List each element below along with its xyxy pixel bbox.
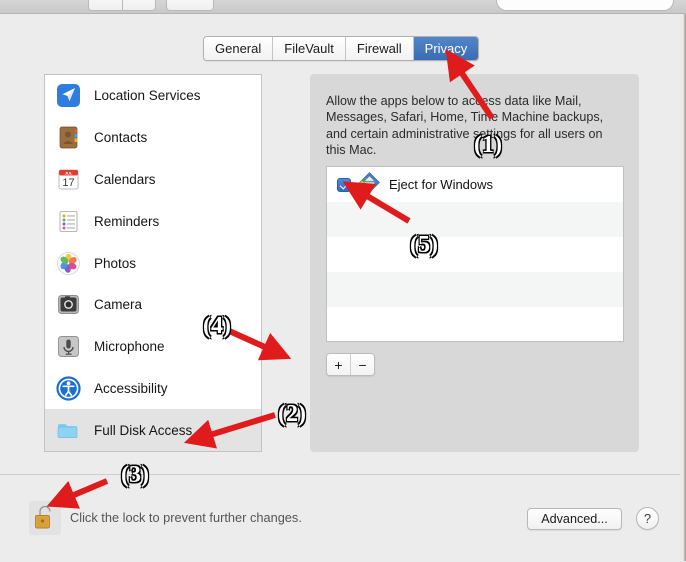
app-enabled-checkbox[interactable] (337, 177, 351, 192)
sidebar-item-label: Reminders (94, 213, 160, 229)
search-input[interactable] (496, 0, 674, 11)
privacy-pane: Location Services Contacts JUL 17 Calend… (44, 70, 639, 456)
window-right-edge (680, 14, 686, 561)
sidebar-item-accessibility[interactable]: Accessibility (45, 368, 261, 410)
annotation-marker-2: (2) (277, 400, 306, 427)
tab-firewall[interactable]: Firewall (345, 37, 414, 60)
photos-icon (56, 251, 81, 276)
privacy-category-list[interactable]: Location Services Contacts JUL 17 Calend… (44, 74, 262, 452)
sidebar-item-label: Photos (94, 255, 137, 271)
allowed-apps-list[interactable]: Eject for Windows (326, 166, 624, 342)
reminders-icon (56, 209, 81, 234)
annotation-marker-4: (4) (202, 312, 231, 339)
sidebar-item-label: Camera (94, 297, 143, 313)
app-row-empty[interactable] (327, 272, 623, 307)
accessibility-icon (56, 376, 81, 401)
sidebar-item-reminders[interactable]: Reminders (45, 200, 261, 242)
annotation-marker-3: (3) (120, 461, 149, 488)
back-button[interactable] (88, 0, 122, 11)
camera-icon (56, 292, 81, 317)
sidebar-item-full-disk-access[interactable]: Full Disk Access (45, 409, 261, 451)
lock-hint-text: Click the lock to prevent further change… (70, 510, 302, 525)
contacts-icon (56, 125, 81, 150)
system-preferences-window: General FileVault Firewall Privacy Locat… (0, 0, 686, 562)
sidebar-item-location-services[interactable]: Location Services (45, 75, 261, 117)
lock-button[interactable] (29, 501, 61, 535)
microphone-icon (56, 334, 81, 359)
sidebar-item-calendars[interactable]: JUL 17 Calendars (45, 159, 261, 201)
app-row-empty[interactable] (327, 237, 623, 272)
sidebar-item-contacts[interactable]: Contacts (45, 117, 261, 159)
annotation-marker-5: (5) (409, 231, 438, 258)
sidebar-item-label: Calendars (94, 171, 156, 187)
add-app-button[interactable]: + (327, 354, 351, 375)
bottom-bar: Click the lock to prevent further change… (0, 474, 680, 562)
folder-icon (56, 418, 81, 443)
calendar-day-label: 17 (62, 177, 74, 189)
tab-general[interactable]: General (204, 37, 274, 60)
advanced-button[interactable]: Advanced... (527, 508, 622, 530)
sidebar-item-label: Full Disk Access (94, 422, 193, 438)
sidebar-item-label: Contacts (94, 130, 148, 146)
full-disk-access-pane: Allow the apps below to access data like… (310, 74, 639, 452)
sidebar-item-label: Microphone (94, 339, 165, 355)
app-row-empty[interactable] (327, 307, 623, 341)
calendars-icon: JUL 17 (56, 167, 81, 192)
add-remove-buttons: + − (326, 353, 375, 376)
remove-app-button[interactable]: − (351, 354, 374, 375)
preference-tab-bar: General FileVault Firewall Privacy (203, 36, 480, 61)
app-row-empty[interactable] (327, 202, 623, 237)
app-name-label: Eject for Windows (389, 177, 494, 192)
window-toolbar (0, 0, 686, 14)
location-services-icon (56, 83, 81, 108)
tab-filevault[interactable]: FileVault (273, 37, 346, 60)
sidebar-item-photos[interactable]: Photos (45, 242, 261, 284)
app-row-eject-for-windows[interactable]: Eject for Windows (327, 167, 623, 202)
show-all-button[interactable] (166, 0, 214, 11)
help-button[interactable]: ? (636, 507, 659, 530)
tab-privacy[interactable]: Privacy (413, 37, 479, 60)
calendar-month-label: JUL (65, 171, 73, 176)
sidebar-item-label: Accessibility (94, 380, 168, 396)
sidebar-item-label: Location Services (94, 88, 201, 104)
eject-for-windows-icon (359, 171, 380, 198)
forward-button[interactable] (122, 0, 156, 11)
annotation-marker-1: (1) (473, 131, 502, 158)
